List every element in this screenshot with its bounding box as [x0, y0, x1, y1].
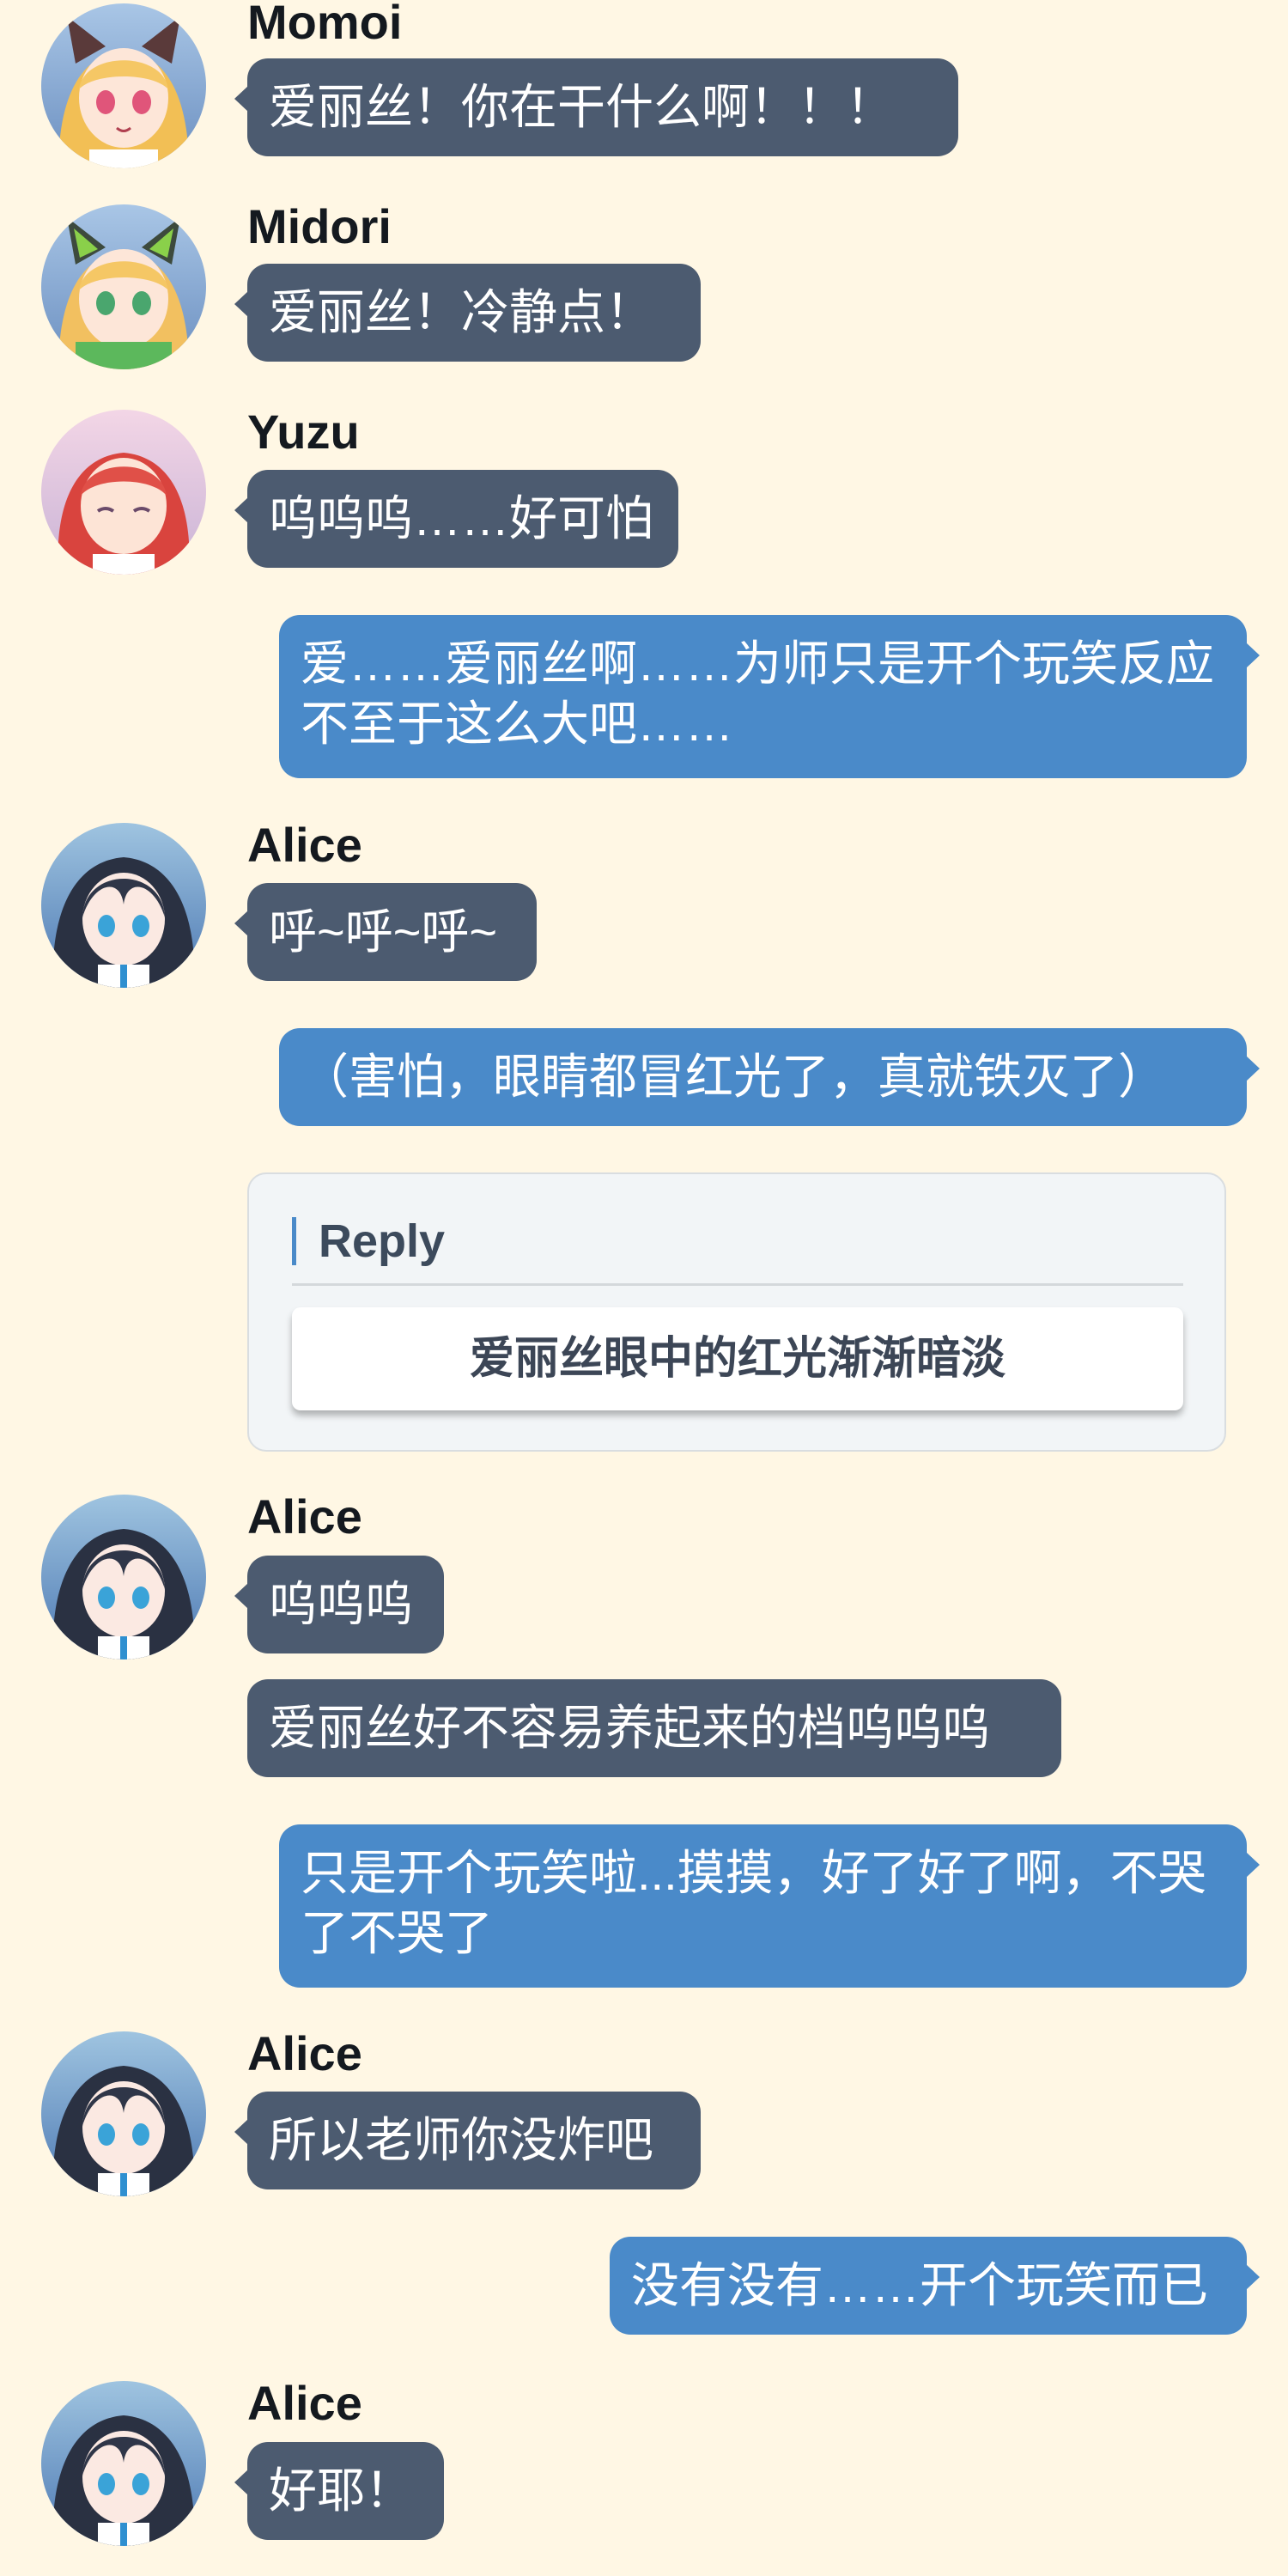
- sender-name: Yuzu: [247, 405, 360, 459]
- reply-divider: [292, 1283, 1183, 1286]
- reply-panel: Reply 爱丽丝眼中的红光渐渐暗淡: [247, 1172, 1226, 1452]
- sender-name: Alice: [247, 2026, 362, 2080]
- message-bubble: 爱丽丝！你在干什么啊！！！: [234, 58, 958, 156]
- message-bubble: 呜呜呜: [234, 1556, 444, 1653]
- sender-name: Alice: [247, 1489, 362, 1544]
- message-bubble: 呼~呼~呼~: [234, 883, 537, 981]
- bubble-tail: [1246, 642, 1260, 668]
- bubble-tail: [234, 497, 248, 523]
- message-bubble: 爱丽丝！冷静点！: [234, 264, 701, 362]
- message-bubble-outgoing: 只是开个玩笑啦...摸摸，好了好了啊，不哭了不哭了: [279, 1824, 1260, 1988]
- message-bubble: 爱丽丝好不容易养起来的档呜呜呜: [247, 1679, 1061, 1777]
- sender-name: Alice: [247, 2376, 362, 2430]
- message-text: 爱丽丝！你在干什么啊！！！: [269, 80, 894, 134]
- sender-name: Momoi: [247, 0, 403, 49]
- bubble-tail: [234, 291, 248, 317]
- alice-avatar: [41, 2381, 206, 2546]
- message-bubble-outgoing: 没有没有……开个玩笑而已: [610, 2237, 1260, 2335]
- reply-option-button[interactable]: 爱丽丝眼中的红光渐渐暗淡: [292, 1307, 1183, 1410]
- message-text: 所以老师你没炸吧: [269, 2113, 653, 2167]
- message-text: 呜呜呜……好可怕: [269, 491, 653, 545]
- yuzu-avatar: [41, 410, 206, 575]
- reply-header: Reply: [292, 1217, 445, 1265]
- message-text: 爱丽丝好不容易养起来的档呜呜呜: [269, 1701, 990, 1755]
- message-text: 好耶！: [269, 2463, 413, 2518]
- message-bubble: 好耶！: [234, 2442, 444, 2540]
- bubble-tail: [234, 86, 248, 112]
- message-text: （害怕，眼睛都冒红光了，真就铁灭了）: [301, 1050, 1166, 1104]
- message-bubble: 呜呜呜……好可怕: [234, 470, 678, 568]
- bubble-tail: [234, 910, 248, 936]
- bubble-tail: [1246, 2264, 1260, 2290]
- alice-avatar: [41, 2031, 206, 2196]
- sender-name: Midori: [247, 199, 392, 253]
- sender-name: Alice: [247, 818, 362, 872]
- message-bubble: 所以老师你没炸吧: [234, 2092, 701, 2189]
- alice-avatar: [41, 1495, 206, 1659]
- message-bubble-outgoing: 爱……爱丽丝啊……为师只是开个玩笑反应不至于这么大吧……: [279, 615, 1260, 778]
- message-text: 爱……爱丽丝啊……为师只是开个玩笑反应不至于这么大吧……: [301, 636, 1214, 751]
- message-text: 没有没有……开个玩笑而已: [631, 2258, 1208, 2312]
- midori-avatar: [41, 204, 206, 369]
- momoi-avatar: [41, 3, 206, 168]
- bubble-tail: [234, 1583, 248, 1609]
- message-text: 呼~呼~呼~: [269, 904, 498, 959]
- message-bubble-outgoing: （害怕，眼睛都冒红光了，真就铁灭了）: [279, 1028, 1260, 1126]
- bubble-tail: [1246, 1852, 1260, 1878]
- message-text: 呜呜呜: [269, 1577, 413, 1631]
- message-text: 爱丽丝！冷静点！: [269, 285, 653, 339]
- bubble-tail: [234, 2119, 248, 2145]
- bubble-tail: [234, 2469, 248, 2495]
- alice-avatar: [41, 823, 206, 988]
- message-text: 只是开个玩笑啦...摸摸，好了好了啊，不哭了不哭了: [301, 1846, 1206, 1960]
- bubble-tail: [1246, 1056, 1260, 1081]
